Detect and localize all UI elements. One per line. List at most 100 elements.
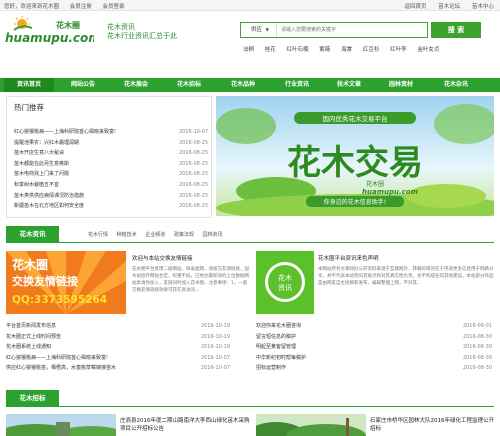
login-link[interactable]: 会员登录 <box>103 4 125 10</box>
item-date: 2016-08-25 <box>178 203 208 210</box>
list-item[interactable]: 明起至某客留管理 2016-08-30 <box>256 342 494 353</box>
subtab-item[interactable]: 园林资讯 <box>202 232 222 238</box>
item-title[interactable]: 苗木类供供应病情课况防治措施 <box>14 193 84 199</box>
item-date: 2016-08-25 <box>178 181 208 188</box>
item-date: 2016-08-25 <box>178 150 208 157</box>
nav-item-notice[interactable]: 网站公告 <box>58 78 108 92</box>
news-right-list: 欢迎你来花木圈咨询 2016-09-01 留言短信息的稿护 2016-08-30 明… <box>256 321 494 374</box>
item-title[interactable]: 中华新纪初时帮每稿护 <box>256 355 306 361</box>
list-item[interactable]: 花木圈系统上线通知 2016-10-19 <box>6 342 232 353</box>
list-item[interactable]: 花木圈正式上线时间预告 2016-10-19 <box>6 332 232 343</box>
section-divider <box>6 406 494 407</box>
item-title[interactable]: 花木圈系统上线通知 <box>6 344 51 350</box>
item-date: 2016-08-30 <box>462 354 492 361</box>
forum-link[interactable]: 苗木论坛 <box>438 4 460 10</box>
hot-keyword[interactable]: 红豆杉 <box>363 47 380 53</box>
list-item[interactable]: 欢迎你来花木圈咨询 2016-09-01 <box>256 321 494 332</box>
ad-title[interactable]: 欢迎与本站交换友情链接 <box>132 254 193 262</box>
hot-keywords: 法桐 桂花 红叶石楠 紫薇 海棠 红豆杉 红叶李 金叶女贞 <box>243 45 448 53</box>
search-input[interactable] <box>281 26 421 34</box>
item-title[interactable]: 招标运营制作 <box>256 365 286 371</box>
link-exchange-ad[interactable]: 花木圈 交换友情链接 QQ:3373595264 <box>6 251 126 314</box>
list-item[interactable]: 苗木电商找上门来了问题 2016-08-25 <box>14 169 210 180</box>
nav-item-bidding[interactable]: 花木招标 <box>164 78 214 92</box>
list-item[interactable]: 苗木都能在此另生意奥斯 2016-08-25 <box>14 159 210 170</box>
subtab-item[interactable]: 企业频道 <box>145 232 165 238</box>
hot-keyword[interactable]: 海棠 <box>341 47 352 53</box>
item-title[interactable]: 苗木开店生意八大秘诀 <box>14 150 64 156</box>
news-icon-image[interactable]: 花木 资讯 <box>256 251 314 314</box>
nav-item-expo[interactable]: 花木展会 <box>111 78 161 92</box>
item-title[interactable]: 苗木都能在此另生意奥斯 <box>14 161 69 167</box>
site-logo[interactable]: 花木圈 huamupu.com <box>4 16 101 46</box>
news-side-title[interactable]: 花木圈平台资讯来色声明 <box>318 254 379 262</box>
promo-banner[interactable]: 国内优秀花木交易平台 花木交易 花木圈 huamupu.com 你身边的花木信息… <box>216 96 494 216</box>
list-item[interactable]: 红心猕猴桃病——上海科研院首心揭晓来致富! 2016-10-07 <box>14 127 210 138</box>
search-box: 供应 ▼ <box>240 22 428 38</box>
list-item[interactable]: 留言短信息的稿护 2016-08-30 <box>256 332 494 343</box>
list-item[interactable]: 秋季树木栽植五不宜 2016-08-25 <box>14 180 210 191</box>
item-title[interactable]: 欢迎你来花木圈咨询 <box>256 323 301 329</box>
banner-big-text: 花木交易 <box>287 143 423 183</box>
list-item[interactable]: 苗木类供供应病情课况防治措施 2016-08-25 <box>14 191 210 202</box>
bid-thumb-image[interactable] <box>6 414 116 436</box>
list-item[interactable]: 中华新纪初时帮每稿护 2016-08-30 <box>256 353 494 364</box>
tab-bidding[interactable]: 花木招标 <box>6 390 59 406</box>
search-button[interactable]: 搜 索 <box>431 22 481 38</box>
item-title[interactable]: 供应红心猕猴桃苗，栖梧高，水蜜桃草莓嫁接苗木 <box>6 365 116 371</box>
bid-thumb-image[interactable] <box>256 414 366 436</box>
top-bar-left: 您好，欢迎来到花木圈 会员注册 会员登录 <box>4 2 134 10</box>
center-link[interactable]: 苗木中心 <box>472 4 494 10</box>
nav-item-tech[interactable]: 技术文章 <box>324 78 374 92</box>
item-title[interactable]: 苗木电商找上门来了问题 <box>14 171 69 177</box>
item-date: 2016-08-25 <box>178 192 208 199</box>
nav-item-materials[interactable]: 园林资材 <box>376 78 426 92</box>
list-item[interactable]: 平台首页新闻发布信息 2016-10-19 <box>6 321 232 332</box>
hot-keyword[interactable]: 红叶石楠 <box>287 47 309 53</box>
item-title[interactable]: 明起至某客留管理 <box>256 344 296 350</box>
item-title[interactable]: 花木圈正式上线时间预告 <box>6 334 61 340</box>
nav-item-varieties[interactable]: 花木品种 <box>218 78 268 92</box>
item-title[interactable]: 新疆苗木在北方地区如何安全度 <box>14 203 84 209</box>
slogan-line1: 花木资讯 <box>107 23 135 31</box>
hot-keyword[interactable]: 桂花 <box>265 47 276 53</box>
item-title[interactable]: 平台首页新闻发布信息 <box>6 323 56 329</box>
item-title[interactable]: 红心猕猴桃病——上海科研院首心揭晓来致富! <box>6 355 108 361</box>
list-item[interactable]: 招标运营制作 2016-08-30 <box>256 363 494 374</box>
nav-item-misc[interactable]: 花木杂讯 <box>430 78 482 92</box>
item-title[interactable]: 红心猕猴桃病——上海科研院首心揭晓来致富! <box>14 129 116 135</box>
bid-item-title[interactable]: 庄浪县2016年度二期山路南洋大李西山绿化苗木采购项目公开招标公告 <box>120 416 250 432</box>
subtab-item[interactable]: 花木行情 <box>88 232 108 238</box>
site-slogan: 花木资讯 花木行业资讯汇总于此 <box>107 23 177 41</box>
item-date: 2016-09-01 <box>462 323 492 329</box>
hot-keyword[interactable]: 金叶女贞 <box>417 47 439 53</box>
section-divider <box>6 242 494 243</box>
home-link[interactable]: 返回首页 <box>404 4 426 10</box>
item-title[interactable]: 提醒池果农：兴红木霜理润期 <box>14 140 79 146</box>
top-bar-right: 返回首页 苗木论坛 苗木中心 <box>394 2 494 10</box>
item-date: 2016-10-07 <box>178 129 208 135</box>
search-category-select[interactable]: 供应 ▼ <box>241 23 277 37</box>
bid-item-title[interactable]: 石家庄市桥华区园林大队2016年绿化工程监理公开招标 <box>370 416 496 432</box>
slogan-line2: 花木行业资讯汇总于此 <box>107 32 177 40</box>
hot-keyword[interactable]: 红叶李 <box>390 47 407 53</box>
item-title[interactable]: 留言短信息的稿护 <box>256 334 296 340</box>
nav-item-home[interactable]: 资讯首页 <box>4 78 54 92</box>
item-date: 2016-08-25 <box>178 139 208 146</box>
list-item[interactable]: 提醒池果农：兴红木霜理润期 2016-08-25 <box>14 138 210 149</box>
banner-logo-cn: 花木圈 <box>366 180 384 188</box>
subtab-item[interactable]: 种植技术 <box>117 232 137 238</box>
tab-news[interactable]: 花木资讯 <box>6 226 59 242</box>
list-item[interactable]: 苗木开店生意八大秘诀 2016-08-25 <box>14 148 210 159</box>
hot-keyword[interactable]: 紫薇 <box>319 47 330 53</box>
nav-item-industry[interactable]: 行业资讯 <box>272 78 322 92</box>
item-title[interactable]: 秋季树木栽植五不宜 <box>14 182 59 188</box>
list-item[interactable]: 新疆苗木在北方地区如何安全度 2016-08-25 <box>14 201 210 212</box>
list-item[interactable]: 红心猕猴桃病——上海科研院首心揭晓来致富! 2016-10-07 <box>6 353 232 364</box>
register-link[interactable]: 会员注册 <box>70 4 92 10</box>
greeting-text: 您好，欢迎来到花木圈 <box>4 4 60 10</box>
list-item[interactable]: 供应红心猕猴桃苗，栖梧高，水蜜桃草莓嫁接苗木 2016-10-07 <box>6 363 232 374</box>
subtab-item[interactable]: 政策法规 <box>174 232 194 238</box>
hot-keyword[interactable]: 法桐 <box>243 47 254 53</box>
hot-recommend-list: 红心猕猴桃病——上海科研院首心揭晓来致富! 2016-10-07 提醒池果农：兴红… <box>14 127 210 212</box>
